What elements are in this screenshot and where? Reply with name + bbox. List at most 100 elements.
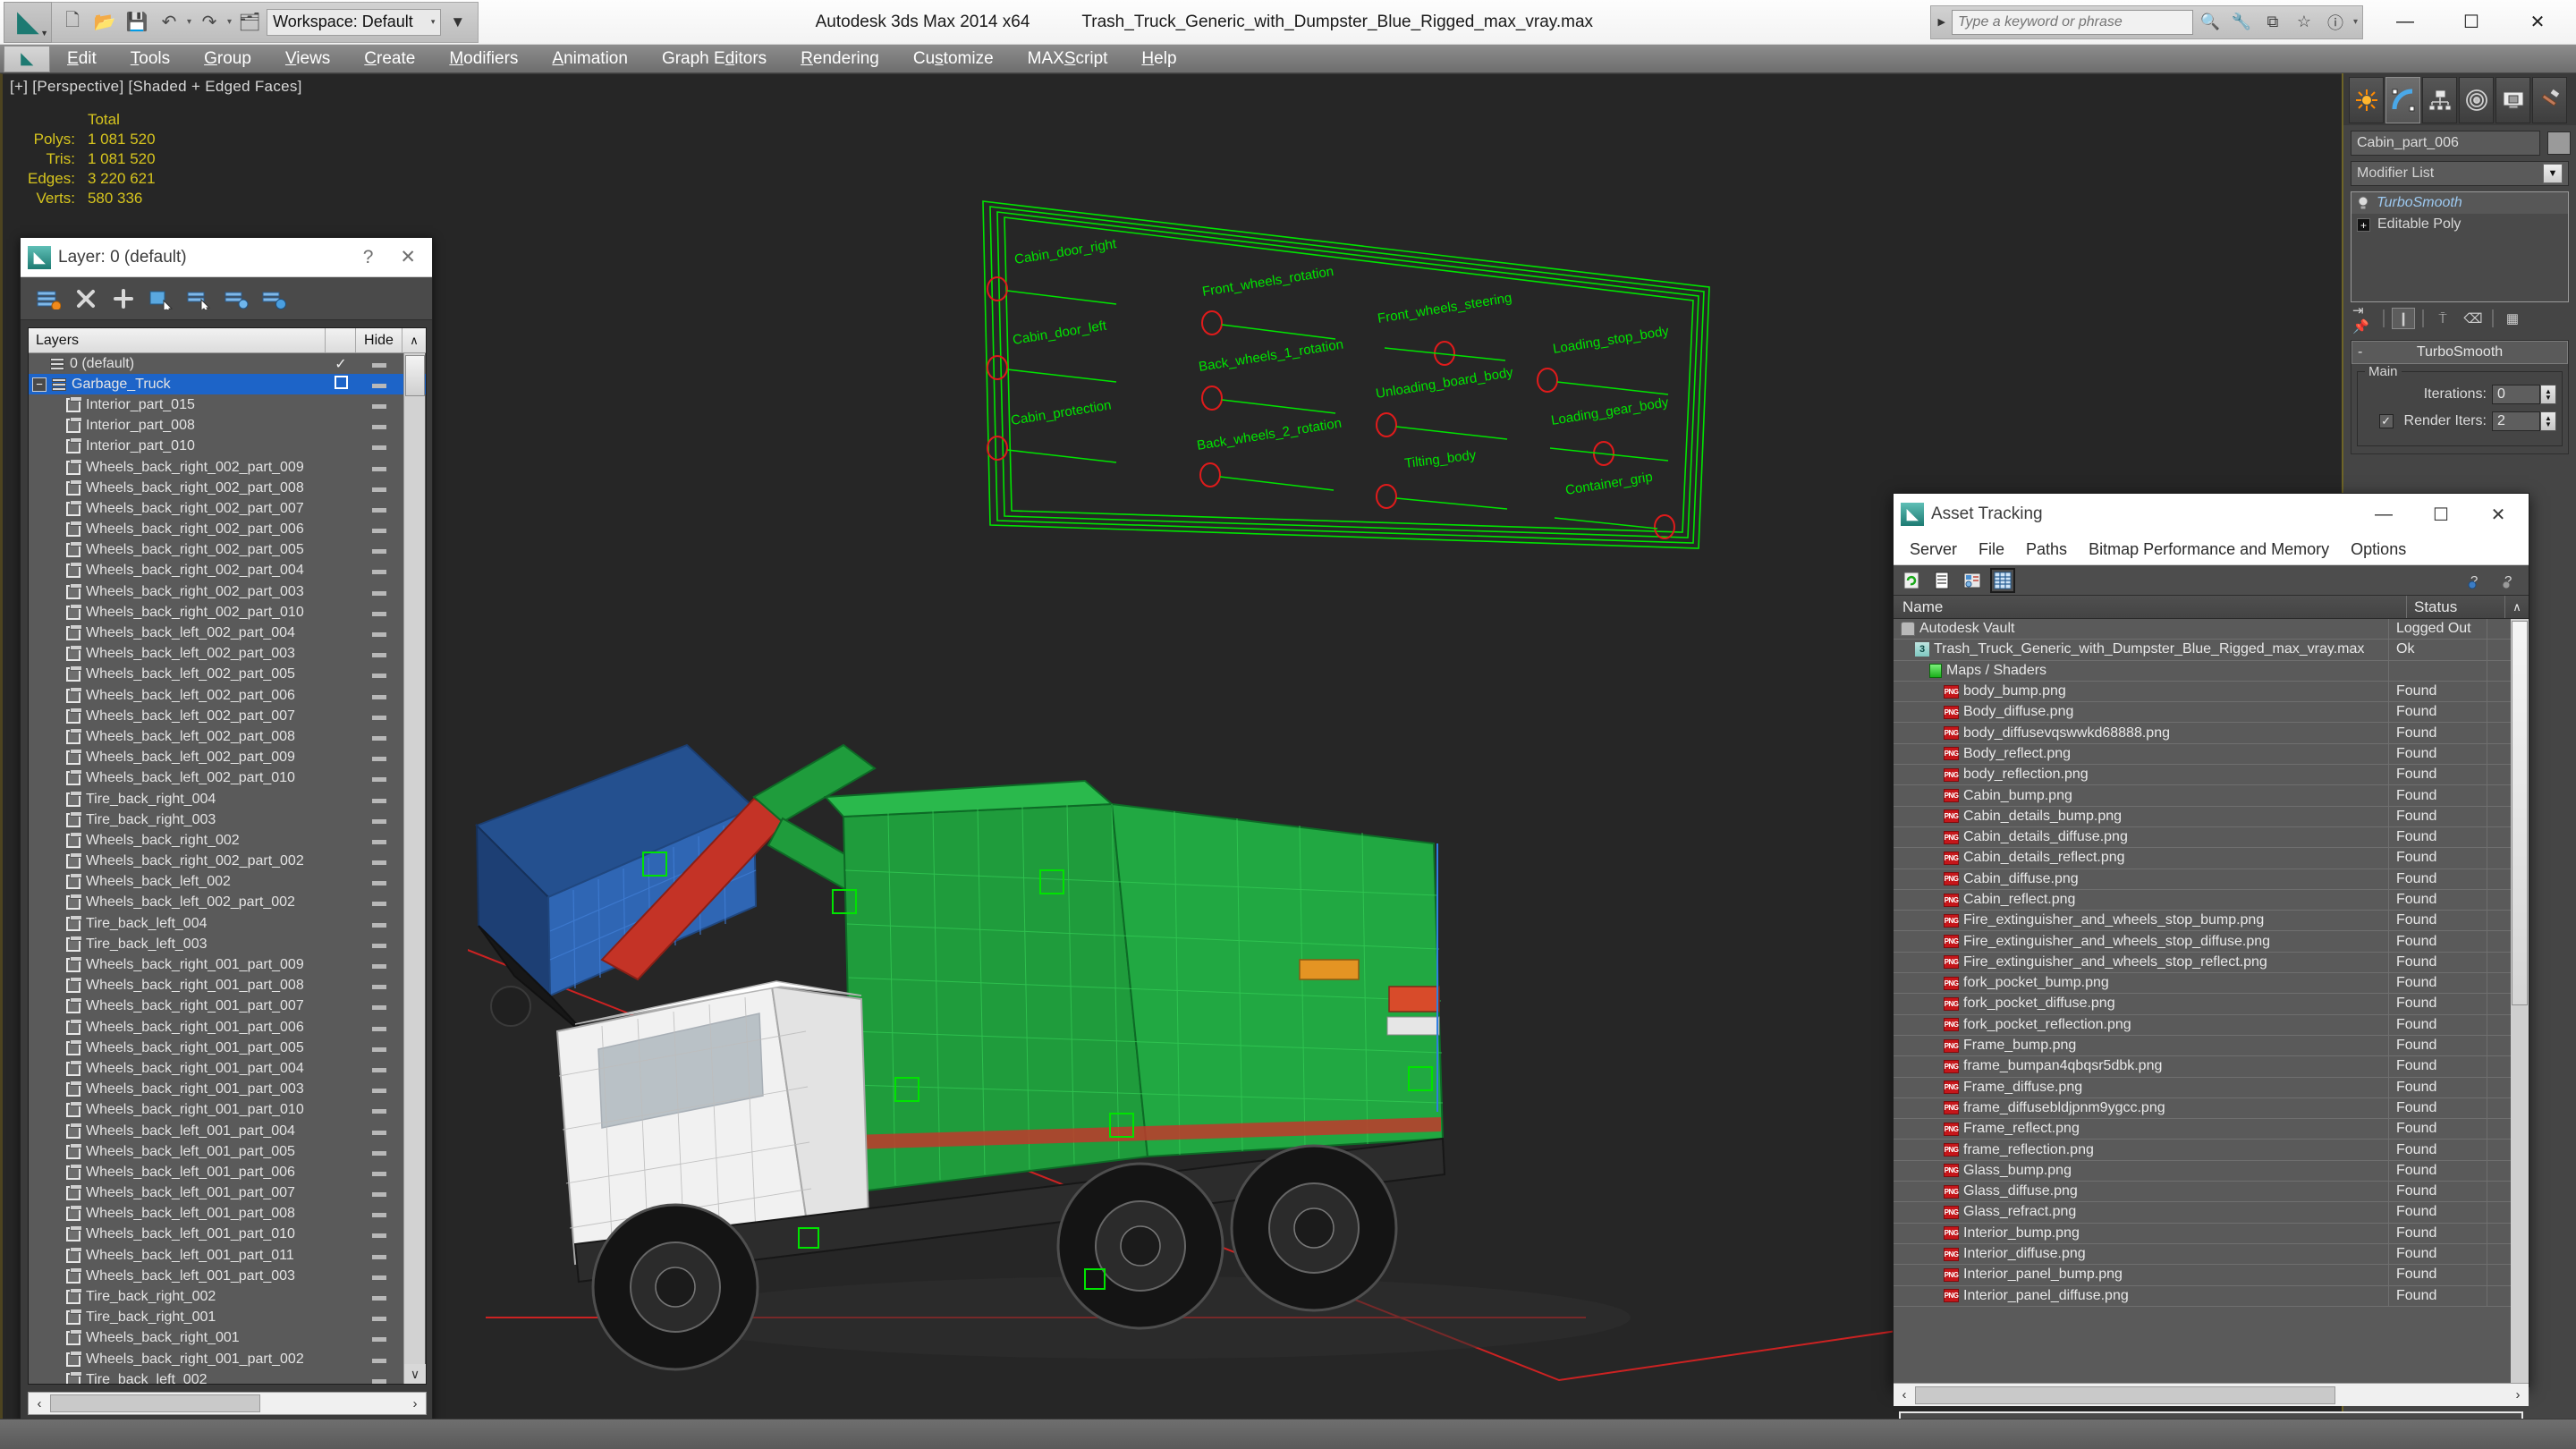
layer-hide-toggle[interactable] <box>356 418 402 434</box>
asset-row[interactable]: PNG Frame_diffuse.png Found <box>1894 1077 2511 1098</box>
layer-hide-toggle[interactable] <box>356 812 402 828</box>
asset-column-name[interactable]: Name <box>1894 596 2407 618</box>
layer-hide-toggle[interactable] <box>356 708 402 724</box>
layer-dialog[interactable]: ◣ Layer: 0 (default) ? ✕ Layers Hide ∧ 0… <box>20 237 433 1423</box>
asset-row[interactable]: PNG Glass_refract.png Found <box>1894 1202 2511 1224</box>
save-file-icon[interactable]: 💾 <box>122 7 152 38</box>
asset-row[interactable]: PNG body_bump.png Found <box>1894 681 2511 703</box>
menu-group[interactable]: Group <box>187 46 268 72</box>
render-iters-checkbox[interactable]: ✓ <box>2378 414 2394 428</box>
layer-row[interactable]: Wheels_back_right_001_part_010 <box>29 1100 426 1121</box>
layer-hide-toggle[interactable] <box>356 584 402 600</box>
menu-animation[interactable]: Animation <box>535 46 645 72</box>
layer-properties-icon[interactable] <box>260 285 287 312</box>
menu-graph-editors[interactable]: Graph Editors <box>645 46 784 72</box>
layer-hide-toggle[interactable] <box>356 729 402 745</box>
layer-hide-toggle[interactable] <box>356 438 402 454</box>
layer-row[interactable]: 0 (default) ✓ <box>29 353 426 374</box>
asset-row[interactable]: PNG fork_pocket_diffuse.png Found <box>1894 994 2511 1015</box>
layer-column-visible[interactable] <box>326 328 356 352</box>
layer-row[interactable]: Wheels_back_right_002_part_008 <box>29 478 426 498</box>
layer-row[interactable]: Wheels_back_right_001 <box>29 1328 426 1349</box>
hierarchy-tab[interactable] <box>2422 77 2457 123</box>
modifier-stack[interactable]: TurboSmooth + Editable Poly <box>2351 191 2569 302</box>
pin-stack-button[interactable]: ⇥📌 <box>2352 303 2376 335</box>
layer-hide-toggle[interactable] <box>356 833 402 849</box>
layer-row[interactable]: Tire_back_right_003 <box>29 809 426 830</box>
asset-row[interactable]: PNG Cabin_reflect.png Found <box>1894 889 2511 911</box>
search-binoculars-icon[interactable]: 🔍 <box>2196 9 2224 36</box>
layer-row[interactable]: Wheels_back_right_002_part_010 <box>29 602 426 623</box>
layer-hide-toggle[interactable] <box>356 521 402 538</box>
menu-bitmap-performance-and-memory[interactable]: Bitmap Performance and Memory <box>2078 540 2340 559</box>
layer-hide-toggle[interactable] <box>356 563 402 579</box>
layer-hide-toggle[interactable] <box>356 770 402 786</box>
chevron-right-icon[interactable]: ▶ <box>1935 16 1949 28</box>
redo-icon[interactable]: ↷ <box>194 7 225 38</box>
layer-hide-toggle[interactable] <box>356 874 402 890</box>
layer-hide-toggle[interactable] <box>356 1352 402 1368</box>
layer-hide-toggle[interactable] <box>356 1226 402 1242</box>
layer-hide-toggle[interactable] <box>356 792 402 808</box>
layer-visible-toggle[interactable]: ✓ <box>326 355 356 373</box>
grid-view-icon[interactable] <box>1990 567 2015 593</box>
layer-row[interactable]: Wheels_back_left_002_part_002 <box>29 893 426 913</box>
layer-row[interactable]: Wheels_back_right_001_part_003 <box>29 1080 426 1100</box>
layer-row[interactable]: Wheels_back_left_002_part_004 <box>29 623 426 643</box>
modifier-stack-item-editable-poly[interactable]: + Editable Poly <box>2351 214 2568 235</box>
layer-row[interactable]: Wheels_back_left_001_part_006 <box>29 1162 426 1182</box>
asset-row[interactable]: PNG Cabin_details_reflect.png Found <box>1894 848 2511 869</box>
layer-vertical-scrollbar[interactable]: ∨ <box>403 353 426 1384</box>
layer-row[interactable]: Interior_part_015 <box>29 394 426 415</box>
autodesk-exchange-icon[interactable]: ⧉ <box>2258 9 2287 36</box>
light-bulb-icon[interactable] <box>2357 196 2369 210</box>
close-button[interactable]: ✕ <box>2504 1 2571 44</box>
scroll-left-icon[interactable]: ‹ <box>29 1396 50 1411</box>
scroll-left-icon[interactable]: ‹ <box>1894 1387 1915 1402</box>
layer-hscroll-thumb[interactable] <box>50 1394 260 1412</box>
select-objects-in-layer-icon[interactable] <box>148 285 174 312</box>
open-file-icon[interactable]: 📂 <box>89 7 120 38</box>
layer-row[interactable]: Wheels_back_left_002 <box>29 872 426 893</box>
layer-row[interactable]: Wheels_back_left_001_part_007 <box>29 1183 426 1204</box>
layer-column-hide[interactable]: Hide <box>356 328 402 352</box>
layer-hide-toggle[interactable] <box>356 1206 402 1222</box>
layer-hide-toggle[interactable] <box>356 1020 402 1036</box>
delete-layer-icon[interactable] <box>72 285 99 312</box>
layer-row[interactable]: Wheels_back_right_002 <box>29 830 426 851</box>
new-file-icon[interactable]: 🗋 <box>57 7 88 38</box>
workspace-selector[interactable]: Workspace: Default ▾ <box>267 8 442 36</box>
layer-hide-toggle[interactable] <box>356 542 402 558</box>
help-icon[interactable]: ? <box>2500 570 2521 591</box>
layer-hide-toggle[interactable] <box>356 916 402 932</box>
layer-row[interactable]: Wheels_back_left_002_part_008 <box>29 726 426 747</box>
motion-tab[interactable] <box>2459 77 2494 123</box>
asset-row[interactable]: PNG frame_bumpan4qbqsr5dbk.png Found <box>1894 1056 2511 1078</box>
create-tab[interactable] <box>2349 77 2384 123</box>
modifier-stack-item-turbosmooth[interactable]: TurboSmooth <box>2351 192 2568 214</box>
asset-row[interactable]: PNG fork_pocket_bump.png Found <box>1894 973 2511 995</box>
help-icon[interactable]: ⓘ <box>2321 9 2350 36</box>
iterations-value[interactable]: 0 <box>2492 385 2540 404</box>
undo-dropdown-icon[interactable]: ▾ <box>186 17 192 27</box>
layer-row[interactable]: Wheels_back_right_001_part_008 <box>29 976 426 996</box>
maximize-button[interactable]: ☐ <box>2438 1 2504 44</box>
menu-file[interactable]: File <box>1968 540 2015 559</box>
layer-row[interactable]: Tire_back_left_002 <box>29 1369 426 1384</box>
layer-hide-toggle[interactable] <box>356 1330 402 1346</box>
layer-row[interactable]: Wheels_back_right_001_part_007 <box>29 996 426 1017</box>
new-layer-icon[interactable] <box>35 285 62 312</box>
layer-row[interactable]: Wheels_back_right_001_part_004 <box>29 1058 426 1079</box>
asset-row[interactable]: PNG Body_reflect.png Found <box>1894 743 2511 766</box>
asset-tracking-dialog[interactable]: ◣ Asset Tracking — ☐ ✕ Server File Paths… <box>1893 493 2529 1442</box>
layer-hide-toggle[interactable] <box>356 625 402 641</box>
asset-row[interactable]: Autodesk Vault Logged Out <box>1894 619 2511 640</box>
asset-row[interactable]: PNG Frame_reflect.png Found <box>1894 1119 2511 1140</box>
scroll-right-icon[interactable]: › <box>2507 1387 2529 1402</box>
layer-hide-toggle[interactable] <box>356 936 402 953</box>
asset-row[interactable]: PNG fork_pocket_reflection.png Found <box>1894 1014 2511 1036</box>
redo-dropdown-icon[interactable]: ▾ <box>226 17 233 27</box>
layer-row[interactable]: Tire_back_left_004 <box>29 913 426 934</box>
collapse-icon[interactable]: - <box>2358 344 2362 360</box>
asset-row[interactable]: PNG Fire_extinguisher_and_wheels_stop_ref… <box>1894 952 2511 974</box>
